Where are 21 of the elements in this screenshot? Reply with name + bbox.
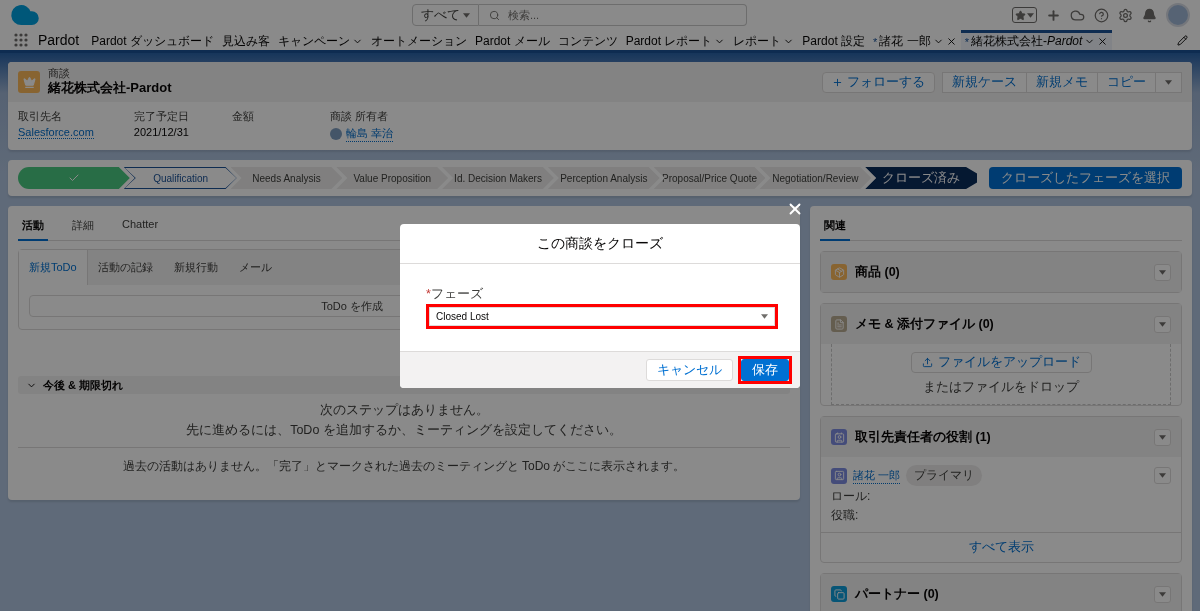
- field-label: 取引先名: [18, 109, 63, 124]
- card-title: メモ & 添付ファイル (0): [855, 315, 994, 333]
- field-label: 商談 所有者: [329, 109, 389, 124]
- modal-title: この商談をクローズ: [400, 224, 800, 264]
- field-value: 2021/12/31: [133, 126, 190, 138]
- primary-badge: プライマリ: [906, 465, 983, 486]
- field-label: *フェーズ: [426, 286, 484, 303]
- past-activity-message: 過去の活動はありません。「完了」とマークされた過去のミーティングと ToDo がここに表示されます。: [121, 458, 687, 475]
- app-name: Pardot: [38, 31, 80, 50]
- card-title: 取引先責任者の役割 (1): [855, 428, 991, 446]
- object-type: 商談: [48, 67, 71, 79]
- empty-message: 先に進めるには、ToDo を追加するか、ミーティングを設定してください。: [186, 422, 622, 439]
- empty-message: 次のステップはありません。: [319, 402, 489, 419]
- field-label: 完了予定日: [133, 109, 190, 124]
- record-title: 緒花株式会社-Pardot: [48, 79, 172, 97]
- card-title: 商品 (0): [855, 263, 900, 281]
- field-label: ロール:: [831, 488, 872, 505]
- field-label: 金額: [231, 109, 255, 124]
- card-title: パートナー (0): [855, 585, 939, 603]
- field-label: 役職:: [831, 507, 860, 524]
- drop-hint: またはファイルをドロップ: [923, 379, 1079, 396]
